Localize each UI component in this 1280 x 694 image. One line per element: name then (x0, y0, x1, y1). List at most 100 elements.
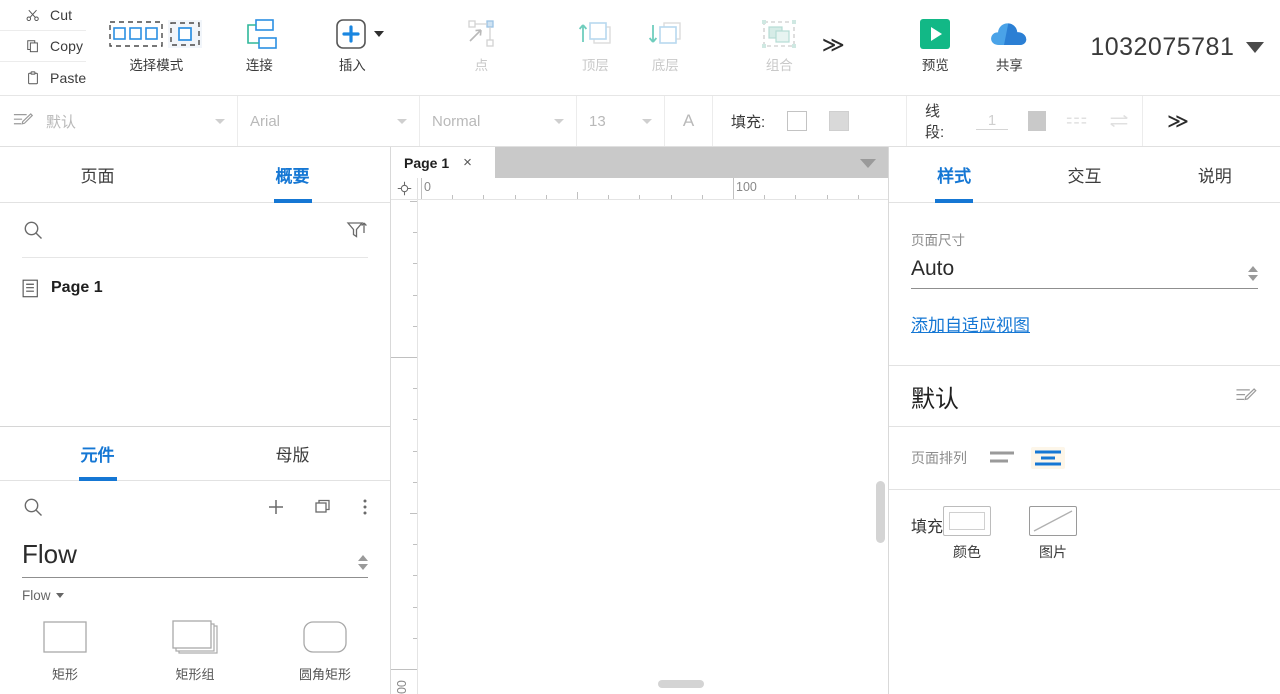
ruler-tick (413, 637, 417, 639)
chevron-down-icon (358, 564, 368, 570)
axure-app-window: Cut Copy Paste 选择模式 连接 插入 点 顶层 底层 组合 ≫ 预… (0, 0, 1280, 694)
more-vertical-icon[interactable] (362, 497, 368, 517)
paste-label: Paste (50, 69, 87, 86)
fill-color-icon (943, 506, 992, 536)
align-left-icon[interactable] (989, 449, 1017, 467)
search-icon[interactable] (22, 496, 44, 518)
duplicate-icon[interactable] (314, 497, 334, 517)
plus-icon[interactable] (266, 497, 286, 517)
cut-button[interactable]: Cut (0, 0, 87, 31)
tab-widgets-label: 元件 (80, 446, 115, 465)
widget-rounded-rectangle[interactable]: 圆角矩形 (260, 617, 390, 683)
font-color-glyph: A (682, 111, 695, 130)
arrow-style-icon[interactable] (1108, 114, 1130, 128)
font-family-select[interactable]: Arial (238, 96, 420, 146)
chevron-down-icon (1246, 42, 1265, 53)
tab-pages[interactable]: 页面 (0, 147, 195, 202)
bring-to-front-button[interactable]: 顶层 (564, 12, 626, 75)
fill-none-swatch[interactable] (787, 111, 808, 131)
close-icon[interactable]: × (463, 154, 472, 171)
filter-sort-icon[interactable] (346, 219, 368, 241)
edit-style-icon[interactable] (1234, 386, 1258, 407)
canvas-area: Page 1 × 010020030 200300400 (391, 147, 888, 694)
tab-interactions[interactable]: 交互 (1019, 147, 1149, 202)
chevron-down-icon[interactable] (215, 118, 225, 124)
format-overflow-button[interactable]: ≫ (1143, 96, 1213, 146)
left-panel-tabs: 页面 概要 (0, 147, 390, 203)
vertical-ruler[interactable]: 200300400 (391, 200, 418, 694)
chevron-down-icon[interactable] (397, 118, 407, 124)
fill-color-option[interactable]: 颜色 (943, 506, 992, 562)
play-icon (917, 12, 953, 56)
point-button[interactable]: 点 (450, 12, 512, 75)
tab-widgets[interactable]: 元件 (0, 427, 195, 480)
line-color-swatch[interactable] (1027, 111, 1046, 131)
caret-down-icon (55, 593, 64, 598)
chevron-up-icon (358, 555, 368, 561)
line-width-value[interactable]: 1 (976, 112, 1008, 130)
horizontal-ruler[interactable]: 010020030 (418, 178, 888, 199)
font-size-select[interactable]: 13 (577, 96, 665, 146)
font-size-value: 13 (589, 112, 606, 130)
horizontal-ruler-row: 010020030 (391, 178, 888, 200)
preview-button[interactable]: 预览 (904, 12, 966, 75)
style-name-value: 默认 (911, 385, 959, 413)
fill-label: 填充 (911, 519, 944, 536)
library-search-row (0, 481, 390, 533)
fill-color-swatch[interactable] (829, 111, 850, 131)
canvas-horizontal-scrollbar[interactable] (658, 680, 704, 688)
page-size-select[interactable]: Auto (911, 257, 1258, 289)
library-select[interactable]: Flow (22, 539, 368, 578)
chevron-down-icon[interactable] (554, 118, 564, 124)
ruler-tick (826, 195, 828, 199)
tab-outline[interactable]: 概要 (195, 147, 390, 202)
search-icon[interactable] (22, 219, 44, 241)
font-color-button[interactable]: A (665, 96, 713, 146)
library-stepper[interactable] (358, 555, 368, 570)
fill-image-option[interactable]: 图片 (1029, 506, 1078, 562)
tab-style-label: 样式 (937, 167, 972, 186)
tab-style[interactable]: 样式 (889, 147, 1019, 202)
artboard[interactable] (418, 200, 888, 694)
style-preset-select[interactable]: 默认 (0, 96, 238, 146)
chevron-down-icon[interactable] (642, 118, 652, 124)
origin-target-icon[interactable] (391, 178, 418, 199)
line-style-icon[interactable] (1066, 114, 1088, 128)
paste-button[interactable]: Paste (0, 62, 86, 93)
document-tab-page-1[interactable]: Page 1 × (391, 147, 495, 178)
outline-item-page-1[interactable]: Page 1 (0, 266, 390, 310)
widget-rectangle[interactable]: 矩形 (0, 617, 130, 683)
page-size-stepper[interactable] (1248, 266, 1258, 281)
font-weight-value: Normal (432, 112, 481, 130)
toolbar-overflow-button[interactable]: ≫ (810, 12, 856, 78)
library-category[interactable]: Flow (0, 578, 390, 603)
widget-rounded-rectangle-label: 圆角矩形 (298, 667, 351, 682)
ruler-tick (733, 178, 734, 199)
library-actions (266, 497, 368, 517)
group-button[interactable]: 组合 (748, 12, 810, 75)
clipboard-icon (26, 70, 40, 85)
send-to-back-button[interactable]: 底层 (634, 12, 696, 75)
share-label: 共享 (995, 58, 1023, 73)
align-center-icon[interactable] (1031, 447, 1065, 469)
tabstrip-overflow-caret-icon[interactable] (860, 159, 876, 168)
share-button[interactable]: 共享 (978, 12, 1040, 75)
ruler-tick (421, 178, 422, 199)
insert-button[interactable]: 插入 (326, 12, 392, 75)
font-weight-select[interactable]: Normal (420, 96, 577, 146)
account-menu[interactable]: 1032075781 (1064, 0, 1280, 95)
insert-dropdown-caret[interactable] (374, 31, 385, 37)
connect-button[interactable]: 连接 (228, 12, 290, 75)
canvas-vertical-scrollbar[interactable] (876, 481, 885, 543)
widget-rectangle-group[interactable]: 矩形组 (130, 617, 260, 683)
ruler-label: 100 (736, 180, 757, 194)
page-size-section: 页面尺寸 Auto 添加自适应视图 (889, 203, 1280, 336)
tab-notes[interactable]: 说明 (1150, 147, 1280, 202)
copy-button[interactable]: Copy (0, 31, 87, 62)
selection-mode-button[interactable]: 选择模式 (100, 12, 212, 75)
add-adaptive-view-link[interactable]: 添加自适应视图 (911, 311, 1030, 336)
account-name: 1032075781 (1090, 33, 1235, 61)
selection-mode-icon (108, 12, 204, 56)
fill-label: 填充: (731, 113, 766, 131)
tab-masters[interactable]: 母版 (195, 427, 390, 480)
